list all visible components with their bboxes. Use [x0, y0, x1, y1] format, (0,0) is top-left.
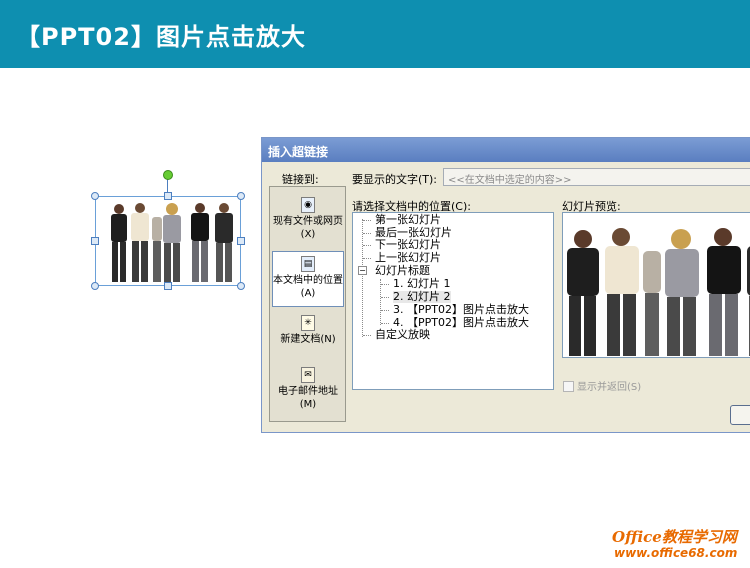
show-and-return-checkbox[interactable]: 显示并返回(S) [563, 378, 641, 393]
tree-item-previous-slide[interactable]: 上一张幻灯片 [375, 252, 441, 264]
rotation-handle[interactable] [163, 170, 173, 180]
resize-handle-e[interactable] [237, 237, 245, 245]
document-place-icon: ▤ [301, 256, 315, 272]
watermark-url: www.office68.com [614, 546, 738, 560]
link-option-label: 新建文档(N) [280, 334, 336, 345]
tree-line [381, 297, 389, 298]
tree-expander[interactable]: − [358, 266, 367, 275]
link-to-label: 链接到: [282, 173, 319, 186]
tree-item-first-slide[interactable]: 第一张幻灯片 [375, 214, 441, 226]
slide-title: 【PPT02】图片点击放大 [16, 23, 306, 51]
link-option-label: 本文档中的位置(A) [273, 275, 343, 299]
link-option-email[interactable]: ✉ 电子邮件地址(M) [272, 363, 344, 419]
location-tree[interactable]: 第一张幻灯片 最后一张幻灯片 下一张幻灯片 上一张幻灯片 − 幻灯片标题 1. … [352, 212, 554, 390]
link-option-existing-file[interactable]: ◉ 现有文件或网页(X) [272, 193, 344, 249]
resize-handle-ne[interactable] [237, 192, 245, 200]
people-picture [96, 197, 240, 285]
tree-item-slide-1[interactable]: 1. 幻灯片 1 [393, 278, 451, 290]
email-icon: ✉ [301, 367, 315, 383]
link-option-this-document[interactable]: ▤ 本文档中的位置(A) [272, 251, 344, 307]
tree-item-next-slide[interactable]: 下一张幻灯片 [375, 239, 441, 251]
dialog-title: 插入超链接 [262, 138, 750, 162]
link-option-label: 电子邮件地址(M) [278, 386, 338, 410]
tree-line [381, 284, 389, 285]
link-to-panel: ◉ 现有文件或网页(X) ▤ 本文档中的位置(A) ✳ 新建文档(N) ✉ 电子… [269, 186, 346, 422]
tree-line [363, 258, 371, 259]
resize-handle-nw[interactable] [91, 192, 99, 200]
slide-preview [562, 212, 750, 358]
resize-handle-w[interactable] [91, 237, 99, 245]
display-text-input[interactable]: <<在文档中选定的内容>> [443, 168, 750, 186]
resize-handle-n[interactable] [164, 192, 172, 200]
display-text-label: 要显示的文字(T): [352, 173, 438, 186]
tree-line [381, 310, 389, 311]
tree-line [363, 233, 371, 234]
slide: 【PPT02】图片点击放大 插入超链接 链接到: ◉ 现有文件或网页(X) ▤ … [0, 0, 750, 568]
watermark-logo: Office教程学习网 [612, 528, 737, 546]
link-option-label: 现有文件或网页(X) [273, 216, 343, 240]
tree-line [362, 219, 363, 337]
show-and-return-label: 显示并返回(S) [577, 382, 642, 393]
new-document-icon: ✳ [301, 315, 315, 331]
resize-handle-se[interactable] [237, 282, 245, 290]
title-bar: 【PPT02】图片点击放大 [0, 0, 750, 68]
ok-button[interactable] [730, 405, 750, 425]
insert-hyperlink-dialog: 插入超链接 链接到: ◉ 现有文件或网页(X) ▤ 本文档中的位置(A) ✳ 新… [261, 137, 750, 433]
tree-line [381, 323, 389, 324]
tree-line [363, 220, 371, 221]
checkbox-box [563, 381, 574, 392]
tree-line [363, 245, 371, 246]
tree-item-custom-shows[interactable]: 自定义放映 [375, 329, 430, 341]
tree-item-slide-2[interactable]: 2. 幻灯片 2 [393, 291, 451, 303]
tree-line [380, 279, 381, 325]
tree-item-slide-3[interactable]: 3. 【PPT02】图片点击放大 [393, 304, 529, 316]
link-option-new-document[interactable]: ✳ 新建文档(N) [272, 311, 344, 367]
slide-picture[interactable] [95, 196, 241, 286]
people-picture-preview [563, 213, 750, 357]
tree-item-slide-titles[interactable]: 幻灯片标题 [375, 265, 430, 277]
globe-file-icon: ◉ [301, 197, 315, 213]
resize-handle-s[interactable] [164, 282, 172, 290]
tree-line [363, 335, 371, 336]
resize-handle-sw[interactable] [91, 282, 99, 290]
